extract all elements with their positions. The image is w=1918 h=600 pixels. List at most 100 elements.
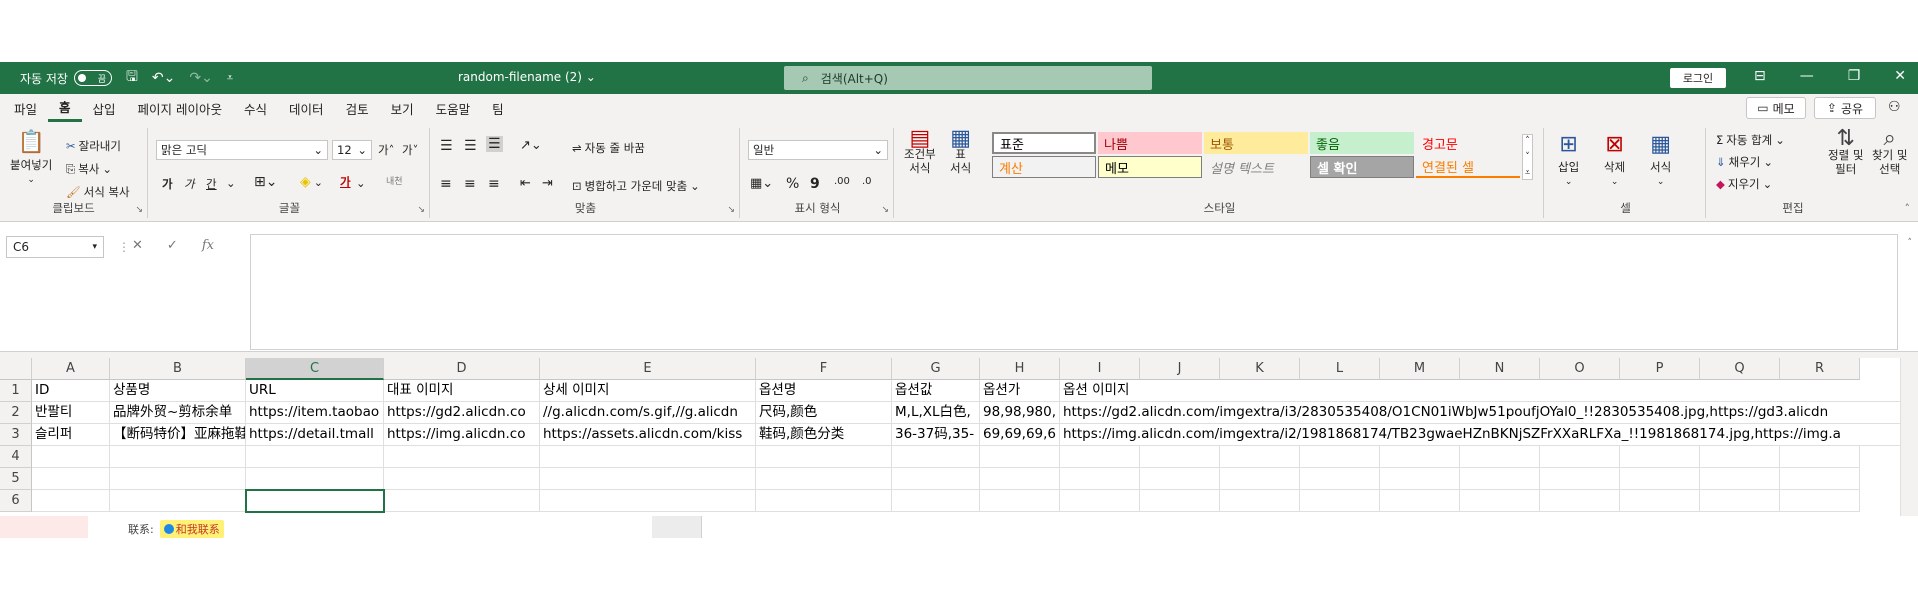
tab-help[interactable]: 도움말 bbox=[425, 94, 482, 122]
align-middle-icon[interactable]: ☰ bbox=[464, 138, 477, 154]
tab-view[interactable]: 보기 bbox=[380, 94, 425, 122]
cell-a5[interactable] bbox=[32, 468, 110, 490]
font-name-select[interactable]: 맑은 고딕 ⌄ bbox=[156, 140, 328, 160]
format-cells-button[interactable]: ▦ 서식 ⌄ bbox=[1650, 132, 1671, 187]
cell-i3[interactable]: https://img.alicdn.com/imgextra/i2/19818… bbox=[1060, 424, 1900, 446]
undo-icon[interactable]: ↶⌄ bbox=[152, 70, 175, 86]
cell-h2[interactable]: 98,98,980, bbox=[980, 402, 1060, 424]
column-header-o[interactable]: O bbox=[1540, 358, 1620, 380]
cell-c1[interactable]: URL bbox=[246, 380, 384, 402]
cell-d6[interactable] bbox=[384, 490, 540, 512]
cell-b5[interactable] bbox=[110, 468, 246, 490]
column-header-b[interactable]: B bbox=[110, 358, 246, 380]
cell-l4[interactable] bbox=[1300, 446, 1380, 468]
cell-q4[interactable] bbox=[1700, 446, 1780, 468]
wrap-text-button[interactable]: ⇌ 자동 줄 바꿈 bbox=[572, 140, 645, 156]
cell-h3[interactable]: 69,69,69,6 bbox=[980, 424, 1060, 446]
cell-l5[interactable] bbox=[1300, 468, 1380, 490]
cell-b4[interactable] bbox=[110, 446, 246, 468]
share-button[interactable]: ⇪ 공유 bbox=[1814, 97, 1876, 119]
cell-d1[interactable]: 대표 이미지 bbox=[384, 380, 540, 402]
tab-home[interactable]: 홈 bbox=[48, 94, 82, 122]
cell-r5[interactable] bbox=[1780, 468, 1860, 490]
cell-g2[interactable]: M,L,XL白色, bbox=[892, 402, 980, 424]
cell-g1[interactable]: 옵션값 bbox=[892, 380, 980, 402]
style-cell-4[interactable]: 경고문 bbox=[1416, 132, 1520, 154]
login-button[interactable]: 로그인 bbox=[1670, 68, 1726, 88]
column-header-h[interactable]: H bbox=[980, 358, 1060, 380]
cell-f6[interactable] bbox=[756, 490, 892, 512]
cell-a1[interactable]: ID bbox=[32, 380, 110, 402]
cell-a6[interactable] bbox=[32, 490, 110, 512]
person-icon[interactable]: ⚇ bbox=[1888, 99, 1901, 115]
select-all-corner[interactable] bbox=[0, 358, 32, 380]
cell-e2[interactable]: //g.alicdn.com/s.gif,//g.alicdn bbox=[540, 402, 756, 424]
phonetic-button[interactable]: 내천 bbox=[386, 174, 403, 187]
column-header-p[interactable]: P bbox=[1620, 358, 1700, 380]
underline-button[interactable]: 간 bbox=[206, 176, 217, 192]
contact-area[interactable]: 联系: 和我联系 bbox=[128, 520, 224, 538]
increase-indent-icon[interactable]: ⇥ bbox=[542, 176, 553, 191]
row-header-3[interactable]: 3 bbox=[0, 424, 32, 446]
align-center-icon[interactable]: ≡ bbox=[464, 176, 476, 192]
find-select-button[interactable]: ⌕ 찾기 및 선택 bbox=[1872, 128, 1907, 177]
tab-file[interactable]: 파일 bbox=[3, 94, 48, 122]
cell-f2[interactable]: 尺码,颜色 bbox=[756, 402, 892, 424]
accounting-format-icon[interactable]: ▦⌄ bbox=[750, 176, 773, 191]
delete-cells-button[interactable]: ⊠ 삭제 ⌄ bbox=[1604, 132, 1625, 187]
cell-i6[interactable] bbox=[1060, 490, 1140, 512]
cell-q6[interactable] bbox=[1700, 490, 1780, 512]
memo-button[interactable]: ▭ 메모 bbox=[1746, 97, 1806, 119]
cell-a2[interactable]: 반팔티 bbox=[32, 402, 110, 424]
column-header-n[interactable]: N bbox=[1460, 358, 1540, 380]
cell-a4[interactable] bbox=[32, 446, 110, 468]
clear-button[interactable]: ◆ 지우기 ⌄ bbox=[1716, 176, 1772, 192]
column-header-j[interactable]: J bbox=[1140, 358, 1220, 380]
style-cell-1[interactable]: 나쁨 bbox=[1098, 132, 1202, 154]
ribbon-display-icon[interactable]: ⊟ bbox=[1754, 68, 1766, 84]
cell-a3[interactable]: 슬리퍼 bbox=[32, 424, 110, 446]
column-header-i[interactable]: I bbox=[1060, 358, 1140, 380]
paste-button[interactable]: 📋 붙여넣기 ⌄ bbox=[10, 130, 52, 185]
number-launcher-icon[interactable]: ↘ bbox=[881, 205, 889, 215]
sort-filter-button[interactable]: ⇅ 정렬 및 필터 bbox=[1828, 128, 1863, 177]
cell-f3[interactable]: 鞋码,颜色分类 bbox=[756, 424, 892, 446]
close-icon[interactable]: ✕ bbox=[1894, 68, 1906, 84]
tab-team[interactable]: 팀 bbox=[481, 94, 515, 122]
name-box[interactable]: C6 ▾ bbox=[6, 236, 104, 258]
cell-g4[interactable] bbox=[892, 446, 980, 468]
cell-b6[interactable] bbox=[110, 490, 246, 512]
cell-i2[interactable]: https://gd2.alicdn.com/imgextra/i3/28305… bbox=[1060, 402, 1900, 424]
align-top-icon[interactable]: ☰ bbox=[440, 138, 453, 154]
restore-icon[interactable]: ❐ bbox=[1848, 68, 1861, 84]
cell-k4[interactable] bbox=[1220, 446, 1300, 468]
format-painter-button[interactable]: 🖌 서식 복사 bbox=[66, 184, 130, 200]
cell-i4[interactable] bbox=[1060, 446, 1140, 468]
style-cell-3[interactable]: 좋음 bbox=[1310, 132, 1414, 154]
increase-decimal-button[interactable]: .00 bbox=[834, 176, 850, 187]
cut-button[interactable]: ✂ 잘라내기 bbox=[66, 138, 121, 154]
cell-h4[interactable] bbox=[980, 446, 1060, 468]
tab-data[interactable]: 데이터 bbox=[278, 94, 335, 122]
cell-g5[interactable] bbox=[892, 468, 980, 490]
redo-icon[interactable]: ↷⌄ bbox=[189, 70, 212, 86]
active-cell-selection[interactable] bbox=[245, 489, 385, 513]
row-header-1[interactable]: 1 bbox=[0, 380, 32, 402]
cell-p4[interactable] bbox=[1620, 446, 1700, 468]
style-cell-6[interactable]: 메모 bbox=[1098, 156, 1202, 178]
cell-o4[interactable] bbox=[1540, 446, 1620, 468]
cell-f1[interactable]: 옵션명 bbox=[756, 380, 892, 402]
row-header-5[interactable]: 5 bbox=[0, 468, 32, 490]
style-cell-7[interactable]: 설명 텍스트 bbox=[1204, 156, 1308, 178]
style-cell-9[interactable]: 연결된 셀 bbox=[1416, 156, 1520, 178]
cell-n6[interactable] bbox=[1460, 490, 1540, 512]
decrease-decimal-button[interactable]: .0 bbox=[862, 176, 872, 187]
style-cell-8[interactable]: 셀 확인 bbox=[1310, 156, 1414, 178]
column-header-r[interactable]: R bbox=[1780, 358, 1860, 380]
column-header-l[interactable]: L bbox=[1300, 358, 1380, 380]
cell-b2[interactable]: 品牌外贸~剪标余单 bbox=[110, 402, 246, 424]
cell-i5[interactable] bbox=[1060, 468, 1140, 490]
align-bottom-icon[interactable]: ☰ bbox=[486, 136, 503, 152]
number-format-select[interactable]: 일반 ⌄ bbox=[748, 140, 888, 160]
cell-r4[interactable] bbox=[1780, 446, 1860, 468]
